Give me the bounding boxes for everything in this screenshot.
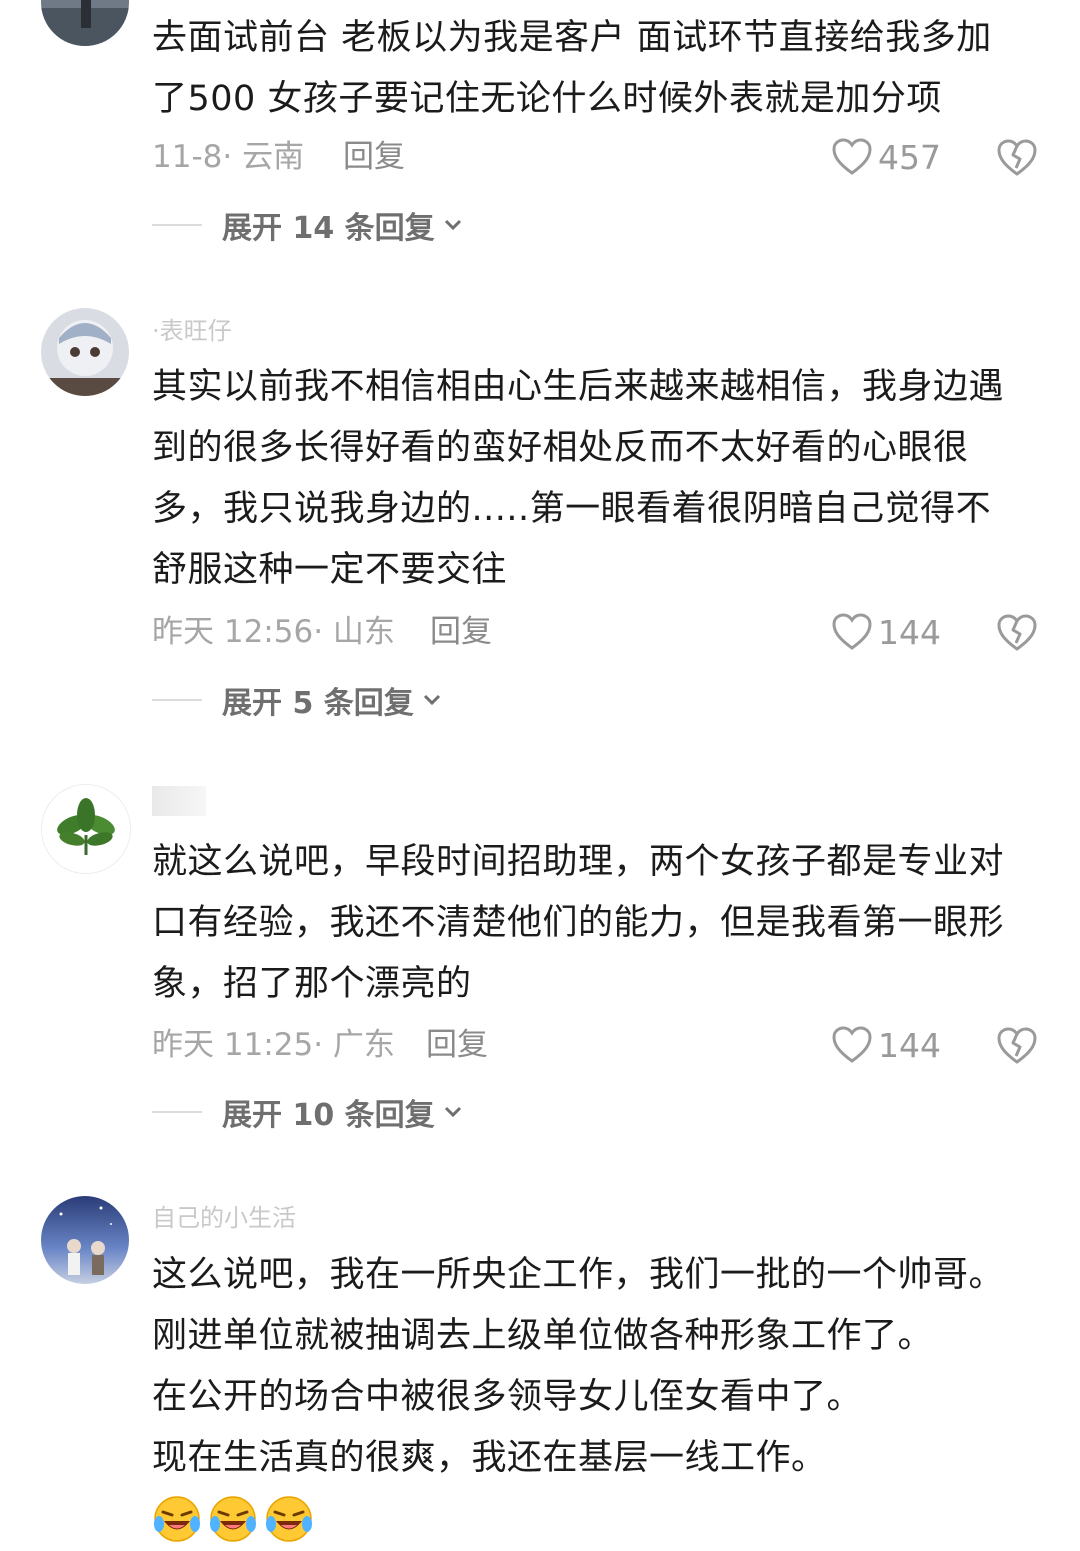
laugh-cry-emoji-icon: [266, 1496, 312, 1542]
divider: [152, 699, 202, 701]
avatar[interactable]: [41, 308, 129, 396]
like-count: 144: [878, 612, 941, 652]
avatar[interactable]: [41, 784, 131, 874]
chevron-down-icon: [444, 1106, 461, 1118]
comment-text: 去面试前台 老板以为我是客户 面试环节直接给我多加 了500 女孩子要记住无论什…: [152, 18, 992, 119]
expand-label: 展开 5 条回复: [222, 686, 414, 721]
expand-label: 展开 10 条回复: [222, 1098, 435, 1133]
heart-icon: [832, 138, 872, 175]
comment-text: 就这么说吧，早段时间招助理，两个女孩子都是专业对 口有经验，我还不清楚他们的能力…: [152, 842, 1005, 1004]
divider: [152, 224, 202, 226]
username[interactable]: 自己的小生活: [152, 1203, 296, 1233]
like-count: 144: [878, 1025, 941, 1065]
comment-text: 这么说吧，我在一所央企工作，我们一批的一个帅哥。 刚进单位就被抽调去上级单位做各…: [152, 1255, 1005, 1478]
expand-replies-button[interactable]: 展开 5 条回复: [152, 680, 442, 721]
divider: [152, 1111, 202, 1113]
comment-date-location: 11-8· 云南: [152, 139, 305, 175]
chevron-down-icon: [444, 219, 461, 231]
like-count: 457: [878, 137, 941, 177]
laugh-cry-emoji-icon: [154, 1496, 200, 1542]
username[interactable]: ·表旺仔: [152, 316, 232, 346]
reply-button[interactable]: 回复: [426, 1025, 488, 1065]
reply-button[interactable]: 回复: [343, 137, 405, 177]
comment-date-location: 昨天 12:56· 山东: [152, 614, 395, 650]
comment-date-location: 昨天 11:25· 广东: [152, 1027, 395, 1063]
username-blurred[interactable]: [152, 786, 206, 816]
heart-icon: [832, 613, 872, 650]
emoji-row: [152, 1494, 314, 1544]
avatar[interactable]: [41, 1196, 129, 1284]
like-button[interactable]: 457: [832, 135, 941, 179]
dislike-icon[interactable]: [996, 1025, 1038, 1065]
dislike-icon[interactable]: [996, 612, 1038, 652]
heart-icon: [832, 1026, 872, 1063]
expand-label: 展开 14 条回复: [222, 211, 435, 246]
expand-replies-button[interactable]: 展开 14 条回复: [152, 205, 463, 246]
comment-text: 其实以前我不相信相由心生后来越来越相信，我身边遇 到的很多长得好看的蛮好相处反而…: [152, 367, 1005, 590]
avatar[interactable]: [41, 0, 129, 46]
like-button[interactable]: 144: [832, 610, 941, 654]
laugh-cry-emoji-icon: [210, 1496, 256, 1542]
dislike-icon[interactable]: [996, 137, 1038, 177]
like-button[interactable]: 144: [832, 1023, 941, 1067]
expand-replies-button[interactable]: 展开 10 条回复: [152, 1092, 463, 1133]
reply-button[interactable]: 回复: [430, 612, 492, 652]
chevron-down-icon: [423, 694, 440, 706]
